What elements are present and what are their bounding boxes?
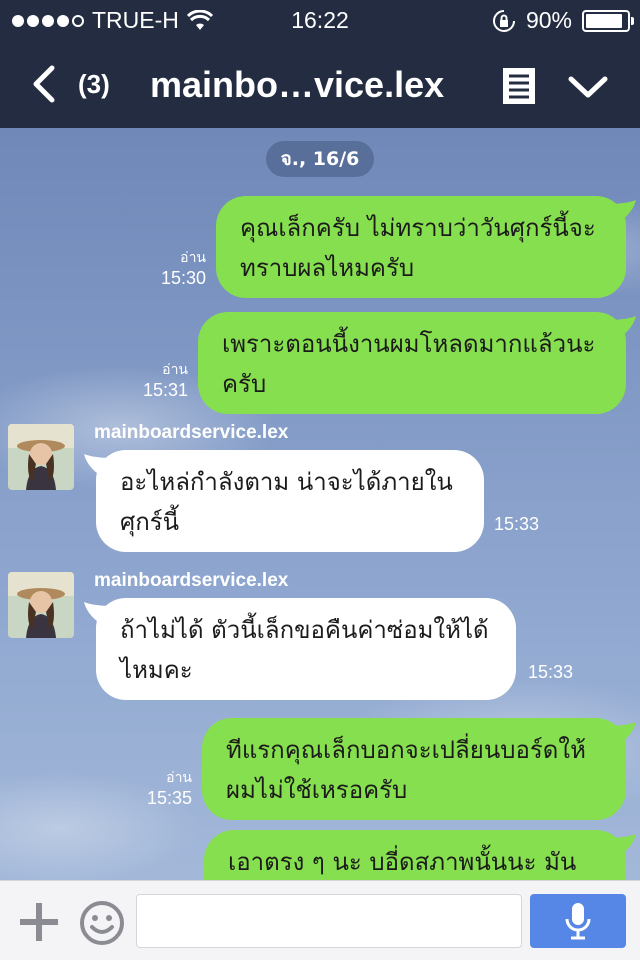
message-text: ถ้าไม่ได้ ตัวนี้เล็กขอคืนค่าซ่อมให้ได้ไห…: [120, 616, 489, 684]
notes-icon[interactable]: [500, 66, 538, 106]
bubble-tail: [606, 316, 636, 342]
message-text: เอาตรง ๆ นะ บอี่ดสภาพนั้นนะ มัน: [228, 848, 577, 876]
sent-message-bubble[interactable]: ทีแรกคุณเล็กบอกจะเปลี่ยนบอร์ดให้ผมไม่ใช้…: [202, 718, 626, 820]
avatar-image: [8, 572, 74, 638]
message-text: อะไหล่กำลังตาม น่าจะได้ภายในศุกร์นี้: [120, 468, 453, 536]
sent-message-bubble[interactable]: เพราะตอนนี้งานผมโหลดมากแล้วนะครับ: [198, 312, 626, 414]
message-meta: อ่าน 15:31: [112, 360, 188, 402]
message-meta: อ่าน 15:35: [116, 768, 192, 810]
received-message-bubble[interactable]: อะไหล่กำลังตาม น่าจะได้ภายในศุกร์นี้: [96, 450, 484, 552]
message-time: 15:35: [146, 788, 192, 808]
status-right: 90%: [492, 7, 634, 34]
message-list[interactable]: จ., 16/6 อ่าน 15:30 คุณเล็กครับ ไม่ทราบว…: [0, 128, 640, 880]
received-message-bubble[interactable]: ถ้าไม่ได้ ตัวนี้เล็กขอคืนค่าซ่อมให้ได้ไห…: [96, 598, 516, 700]
bubble-tail: [606, 200, 636, 226]
sender-name: mainboardservice.lex: [94, 570, 289, 591]
unread-count: (3): [78, 68, 110, 99]
message-input[interactable]: [136, 894, 522, 948]
avatar[interactable]: [8, 424, 74, 490]
chevron-left-icon: [33, 65, 55, 103]
microphone-icon: [565, 903, 591, 940]
plus-icon[interactable]: [18, 901, 60, 943]
read-receipt: อ่าน: [180, 249, 206, 265]
read-receipt: อ่าน: [166, 769, 192, 785]
date-separator: จ., 16/6: [266, 141, 374, 177]
bubble-tail: [606, 722, 636, 748]
status-bar: TRUE-H 16:22 90%: [0, 0, 640, 42]
message-meta: อ่าน 15:30: [130, 248, 206, 290]
message-composer: [0, 880, 640, 960]
message-time: 15:33: [494, 514, 540, 534]
message-text: ทีแรกคุณเล็กบอกจะเปลี่ยนบอร์ดให้ผมไม่ใช้…: [226, 736, 586, 804]
chevron-down-icon[interactable]: [566, 72, 610, 102]
battery-percent: 90%: [525, 7, 572, 33]
message-time: 15:30: [160, 268, 206, 288]
rotation-lock-icon: [492, 9, 515, 32]
message-text: เพราะตอนนี้งานผมโหลดมากแล้วนะครับ: [222, 330, 596, 398]
battery-icon: [582, 9, 634, 32]
sent-message-bubble[interactable]: คุณเล็กครับ ไม่ทราบว่าวันศุกร์นี้จะทราบผ…: [216, 196, 626, 298]
avatar-image: [8, 424, 74, 490]
mic-button[interactable]: [530, 894, 626, 948]
chat-title: mainbo…vice.lex: [150, 64, 445, 105]
message-time: 15:33: [528, 662, 574, 682]
message-text: คุณเล็กครับ ไม่ทราบว่าวันศุกร์นี้จะทราบผ…: [240, 214, 596, 282]
chat-header: (3) mainbo…vice.lex: [0, 42, 640, 128]
sent-message-bubble[interactable]: เอาตรง ๆ นะ บอี่ดสภาพนั้นนะ มัน: [204, 830, 626, 880]
message-time: 15:31: [142, 380, 188, 400]
read-receipt: อ่าน: [162, 361, 188, 377]
avatar[interactable]: [8, 572, 74, 638]
bubble-tail: [606, 834, 636, 860]
smiley-icon[interactable]: [78, 899, 126, 947]
sender-name: mainboardservice.lex: [94, 422, 289, 443]
back-button[interactable]: (3): [30, 62, 130, 106]
battery-fill: [586, 13, 622, 28]
